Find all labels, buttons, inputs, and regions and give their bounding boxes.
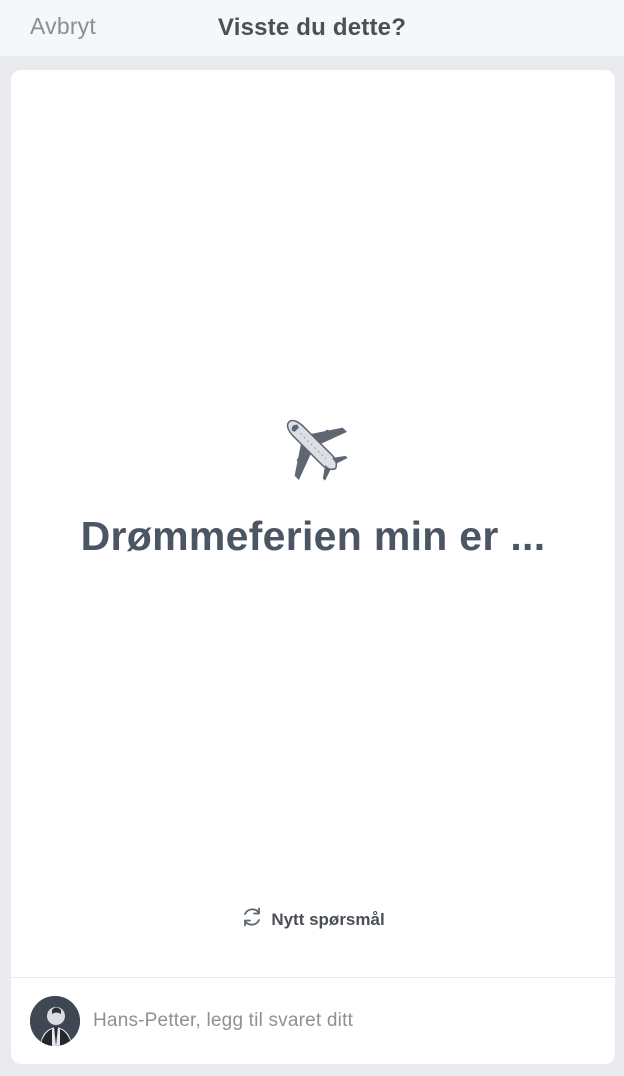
new-question-button[interactable]: Nytt spørsmål bbox=[11, 906, 615, 933]
top-bar: Avbryt Visste du dette? bbox=[0, 0, 624, 56]
answer-placeholder: Hans-Petter, legg til svaret ditt bbox=[93, 1010, 354, 1031]
new-question-label: Nytt spørsmål bbox=[271, 909, 385, 929]
airplane-icon bbox=[11, 410, 615, 482]
question-card: Drømmeferien min er ... Nytt spørsmål Ha… bbox=[11, 70, 615, 1064]
page-title: Visste du dette? bbox=[217, 14, 407, 41]
refresh-icon bbox=[241, 906, 263, 933]
cancel-button[interactable]: Avbryt bbox=[30, 13, 96, 40]
question-text: Drømmeferien min er ... bbox=[80, 513, 546, 559]
answer-composer[interactable]: Hans-Petter, legg til svaret ditt bbox=[11, 978, 615, 1064]
avatar bbox=[30, 996, 80, 1046]
